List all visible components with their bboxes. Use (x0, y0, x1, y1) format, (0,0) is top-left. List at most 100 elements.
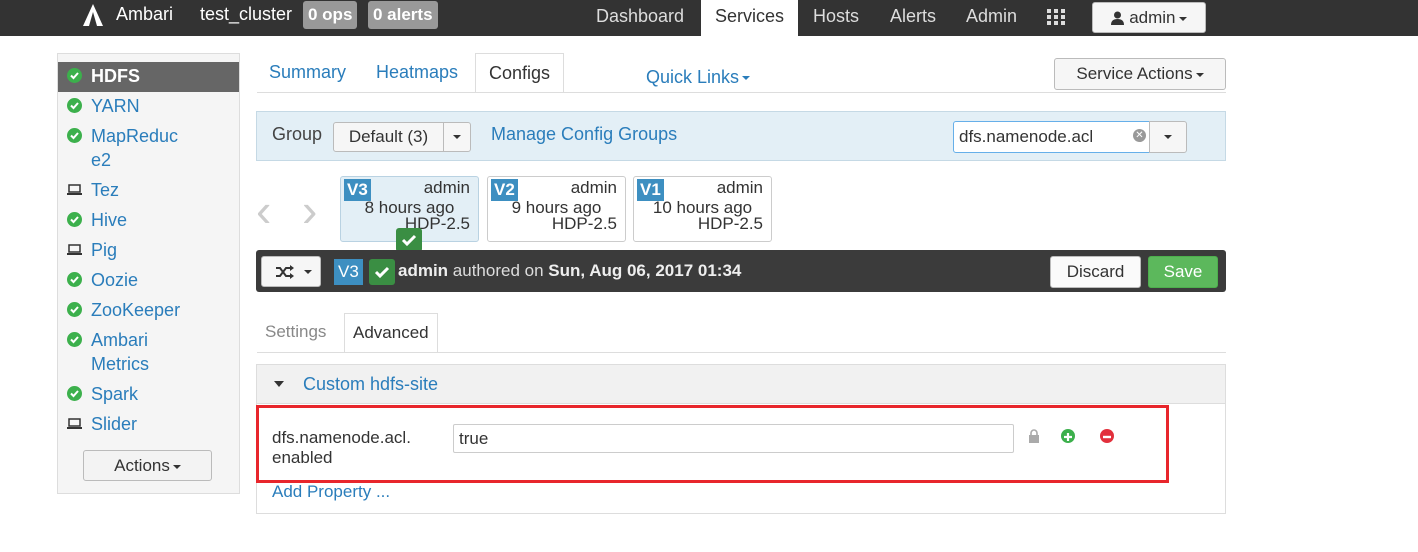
sidebar-item-oozie[interactable]: Oozie (58, 266, 239, 296)
check-icon (67, 386, 82, 401)
service-actions-button[interactable]: Service Actions (1054, 58, 1226, 90)
config-group-bar: Group Default (3) Manage Config Groups d… (256, 111, 1226, 161)
sidebar-item-yarn[interactable]: YARN (58, 92, 239, 122)
shuffle-icon (276, 265, 294, 279)
services-sidebar: HDFS YARN MapReduc e2 Tez Hive Pig Oozie … (57, 53, 240, 494)
version-stack: HDP-2.5 (697, 214, 763, 233)
sidebar-item-pig[interactable]: Pig (58, 236, 239, 266)
check-icon (67, 212, 82, 227)
quick-links-dropdown[interactable]: Quick Links (646, 67, 751, 88)
check-icon (67, 302, 82, 317)
chevron-down-icon (304, 270, 312, 274)
version-box-v1[interactable]: V1 admin 10 hours ago HDP-2.5 (633, 176, 772, 242)
sidebar-item-label: Tez (91, 180, 120, 200)
sidebar-item-label: MapReduc e2 (91, 126, 179, 170)
tab-advanced[interactable]: Advanced (344, 313, 438, 353)
nav-dashboard[interactable]: Dashboard (596, 0, 684, 36)
sidebar-item-ambari-metrics[interactable]: Ambari Metrics (58, 326, 239, 380)
compare-versions-button[interactable] (261, 256, 321, 287)
clear-icon[interactable]: ✕ (1133, 129, 1146, 142)
ambari-logo-icon[interactable] (79, 2, 107, 30)
config-group-dropdown-toggle[interactable] (443, 122, 471, 152)
sidebar-item-slider[interactable]: Slider (58, 410, 239, 440)
laptop-icon (67, 244, 82, 255)
chevron-down-icon (1195, 72, 1204, 77)
save-button[interactable]: Save (1148, 256, 1218, 288)
check-icon (67, 272, 82, 287)
collapse-caret-icon[interactable] (274, 381, 284, 387)
service-actions-label: Service Actions (1076, 64, 1193, 83)
chevron-down-icon (1164, 135, 1172, 139)
laptop-icon (67, 184, 82, 195)
sidebar-item-label: Hive (91, 210, 128, 230)
nav-alerts[interactable]: Alerts (890, 0, 936, 36)
filter-dropdown-toggle[interactable] (1149, 121, 1187, 153)
manage-config-groups-link[interactable]: Manage Config Groups (491, 124, 677, 145)
sidebar-item-spark[interactable]: Spark (58, 380, 239, 410)
tab-configs[interactable]: Configs (475, 53, 565, 93)
sidebar-item-mapreduce2[interactable]: MapReduc e2 (58, 122, 239, 176)
version-author: admin (570, 178, 617, 197)
apps-grid-icon[interactable] (1047, 9, 1065, 25)
chevron-right-icon[interactable]: › (302, 187, 326, 233)
section-header[interactable]: Custom hdfs-site (257, 365, 1225, 404)
tab-heatmaps[interactable]: Heatmaps (376, 53, 458, 93)
chevron-left-icon[interactable]: ‹ (256, 187, 280, 233)
check-icon (67, 98, 82, 113)
chevron-down-icon (742, 76, 751, 81)
sidebar-item-label: ZooKeeper (91, 300, 181, 320)
sidebar-item-hdfs[interactable]: HDFS (58, 62, 239, 92)
chevron-down-icon (453, 135, 461, 139)
chevron-down-icon (172, 464, 181, 469)
user-menu-button[interactable]: admin (1092, 2, 1206, 33)
laptop-icon (67, 418, 82, 429)
check-icon (67, 332, 82, 347)
tab-settings[interactable]: Settings (265, 313, 326, 353)
add-property-link[interactable]: Add Property ... (272, 482, 390, 502)
tab-summary[interactable]: Summary (269, 53, 346, 93)
sidebar-item-label: Pig (91, 240, 118, 260)
subtabs-divider (257, 352, 1226, 353)
version-toolbar: V3 admin authored on Sun, Aug 06, 2017 0… (256, 250, 1226, 292)
current-version-check-icon (396, 228, 422, 252)
highlight-annotation (256, 405, 1169, 483)
ops-badge[interactable]: 0 ops (303, 1, 358, 29)
check-icon (67, 68, 82, 83)
sidebar-item-label: Slider (91, 414, 138, 434)
alerts-badge[interactable]: 0 alerts (368, 1, 438, 29)
cluster-name[interactable]: test_cluster (200, 4, 292, 25)
config-group-select[interactable]: Default (3) (333, 122, 444, 152)
nav-admin[interactable]: Admin (966, 0, 1017, 36)
current-version-badge: V3 (334, 259, 363, 285)
discard-button[interactable]: Discard (1050, 256, 1141, 288)
user-name: admin (1129, 8, 1176, 27)
sidebar-item-label: HDFS (91, 66, 140, 86)
sidebar-item-zookeeper[interactable]: ZooKeeper (58, 296, 239, 326)
sidebar-item-label: YARN (91, 96, 140, 116)
config-filter-input[interactable]: dfs.namenode.acl (953, 121, 1150, 153)
check-icon (67, 128, 82, 143)
version-author: admin (423, 178, 470, 197)
version-authored-text: admin authored on Sun, Aug 06, 2017 01:3… (398, 261, 742, 280)
sidebar-item-label: Oozie (91, 270, 139, 290)
brand-name[interactable]: Ambari (116, 4, 173, 25)
section-title[interactable]: Custom hdfs-site (303, 374, 438, 395)
chevron-down-icon (1178, 16, 1187, 21)
sidebar-item-hive[interactable]: Hive (58, 206, 239, 236)
version-stack: HDP-2.5 (551, 214, 617, 233)
actions-label: Actions (114, 456, 170, 475)
sidebar-item-label: Ambari Metrics (91, 330, 149, 374)
nav-hosts[interactable]: Hosts (813, 0, 859, 36)
version-box-v2[interactable]: V2 admin 9 hours ago HDP-2.5 (487, 176, 626, 242)
group-label: Group (272, 124, 323, 144)
sidebar-item-tez[interactable]: Tez (58, 176, 239, 206)
tabs-divider (257, 92, 1226, 93)
top-navbar: Ambari test_cluster 0 ops 0 alerts Dashb… (0, 0, 1418, 36)
version-author: admin (716, 178, 763, 197)
check-icon (369, 259, 395, 285)
nav-services[interactable]: Services (701, 0, 799, 36)
actions-button[interactable]: Actions (83, 450, 212, 481)
user-icon (1111, 11, 1125, 25)
quick-links-label: Quick Links (646, 67, 740, 87)
sidebar-item-label: Spark (91, 384, 139, 404)
